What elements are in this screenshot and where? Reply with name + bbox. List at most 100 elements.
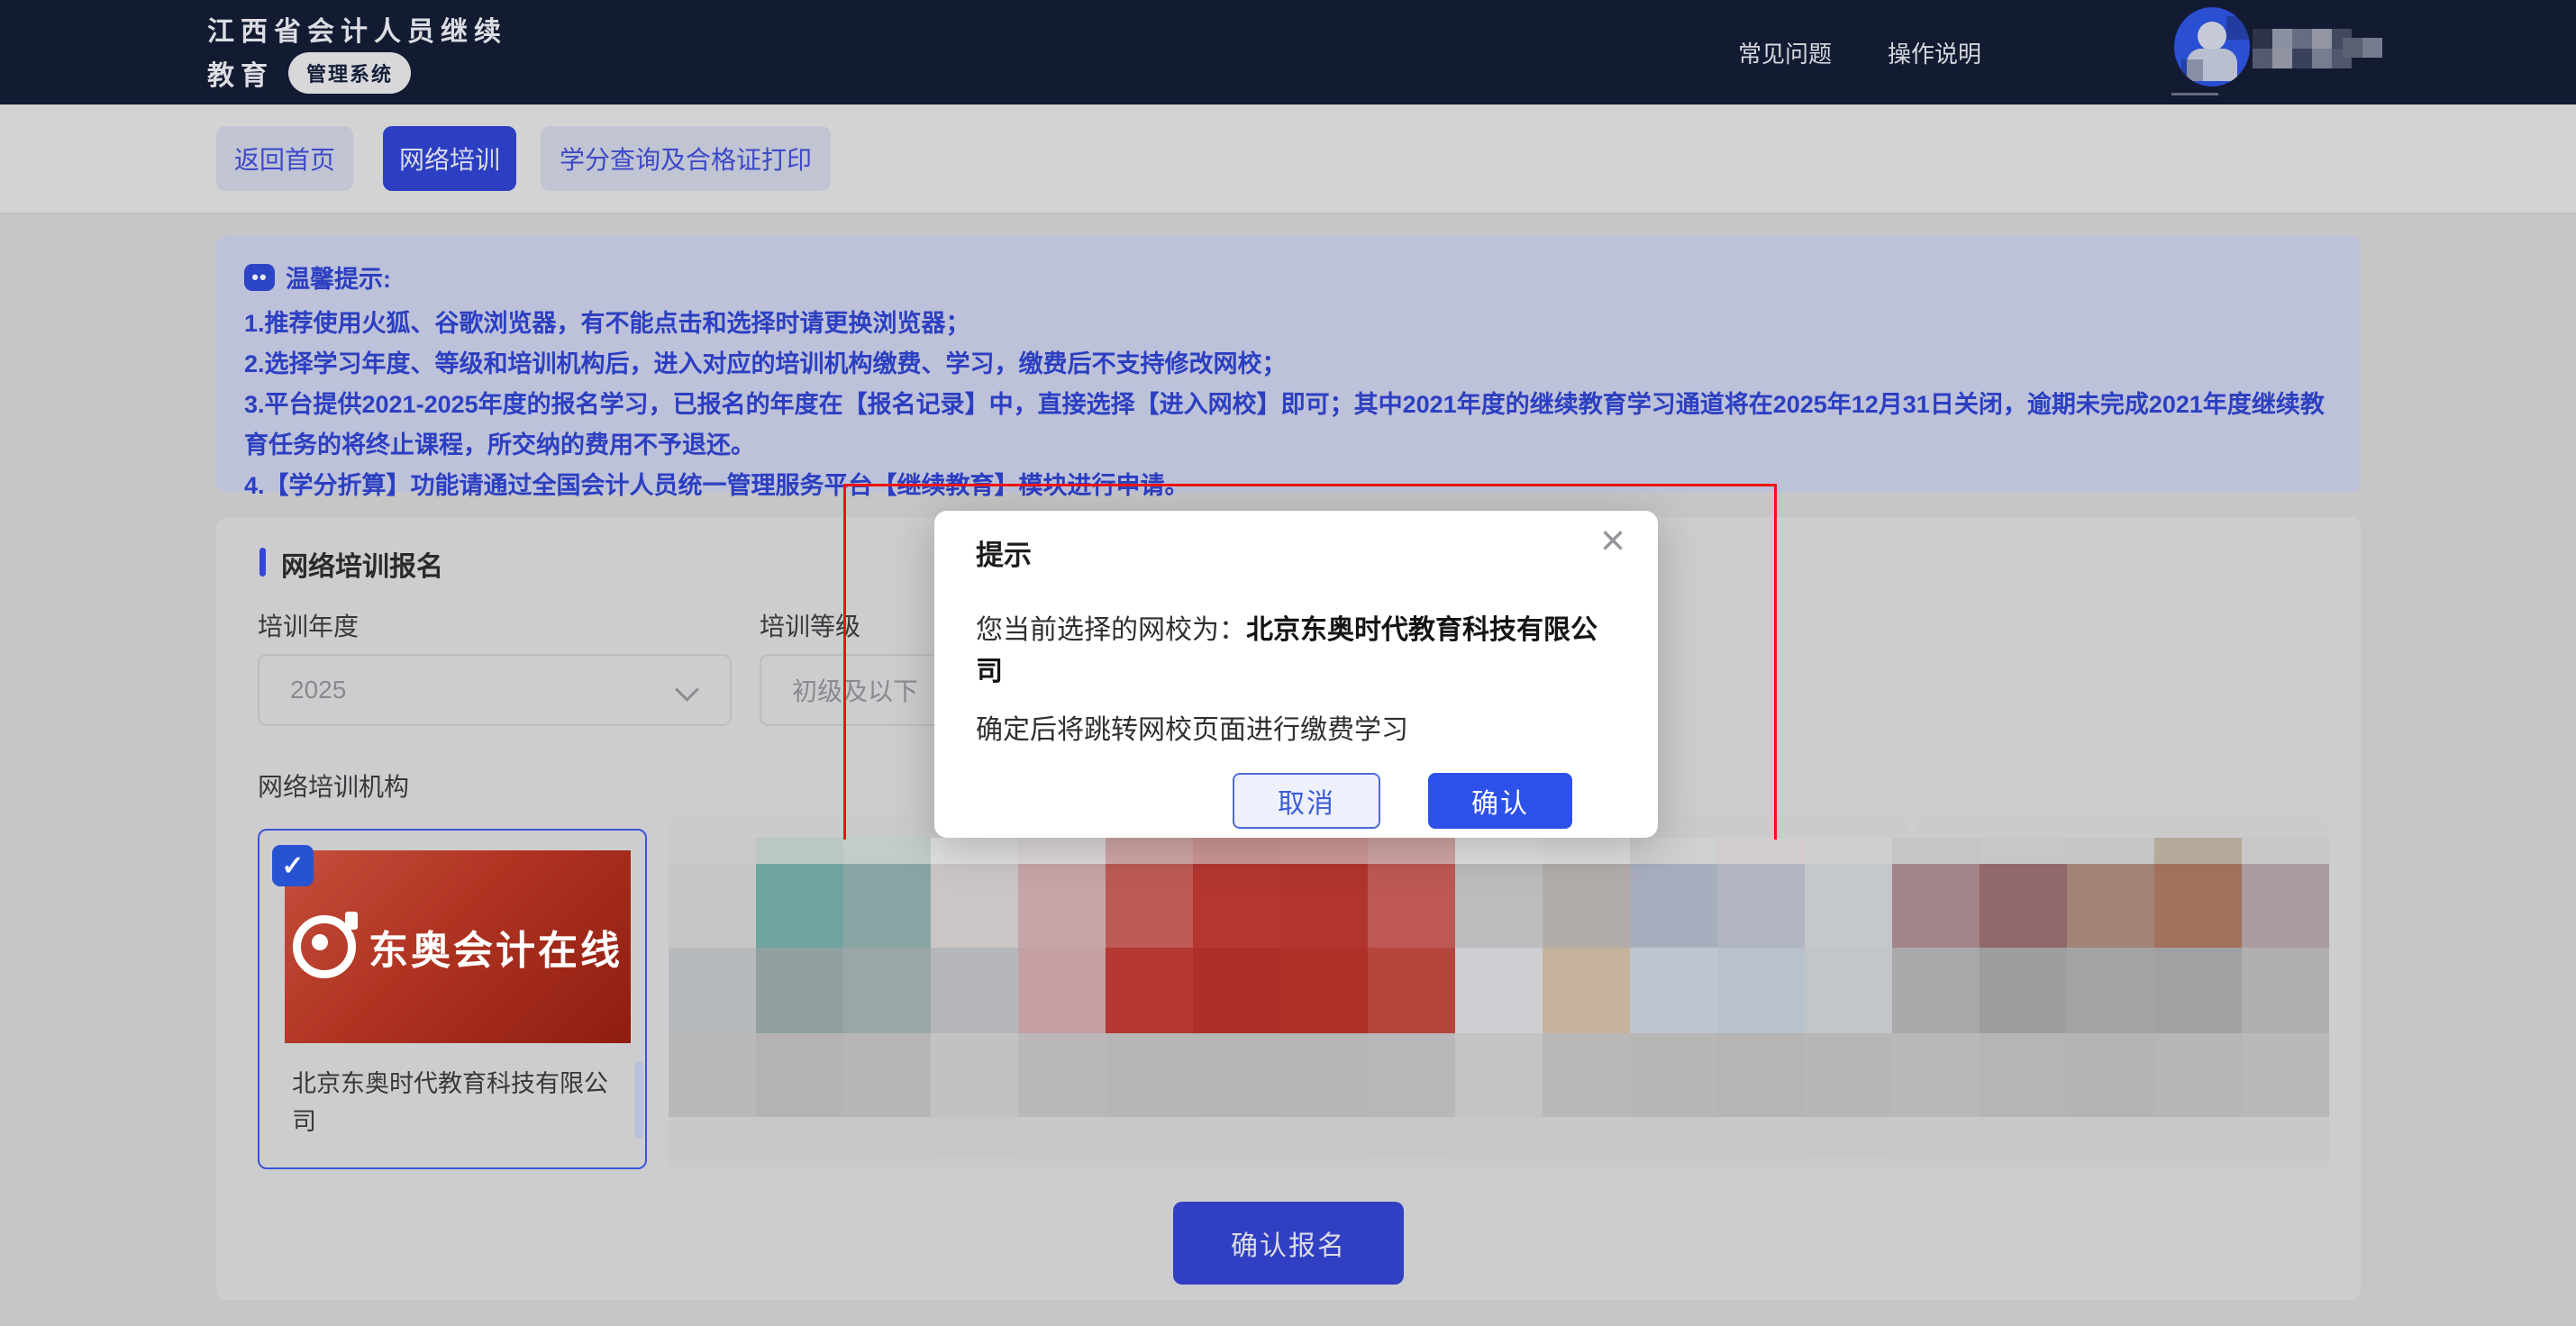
pixelation-block [2242,838,2329,864]
pixelation-block [1892,948,1980,1033]
pixelation-block [2272,49,2292,68]
dialog-body-prefix: 您当前选择的网校为： [976,615,1246,645]
scrollbar-thumb[interactable] [634,1061,643,1139]
pixelation-block [1018,948,1106,1033]
pixelation-block [1630,838,1717,864]
pixelation-block [2154,948,2242,1033]
pixelation-block [669,838,756,864]
blurred-org-cards [669,838,2329,1156]
section-marker [259,548,266,577]
pixelation-block [1980,838,2067,864]
header-nav-item-0[interactable]: 常见问题 [1738,36,1832,69]
pixelation-block [843,1117,931,1156]
pixelation-block [843,838,931,864]
pixelation-block [1805,838,1892,864]
pixelation-block [756,838,843,864]
tips-lines: 1.推荐使用火狐、谷歌浏览器，有不能点击和选择时请更换浏览器；2.选择学习年度、… [244,304,2326,506]
tips-title-row: •• 温馨提示: [244,259,2326,295]
pixelation-block [1368,948,1455,1033]
training-org-label: 网络培训机构 [258,767,409,804]
pixelation-block [1106,838,1193,864]
pixelation-block [1455,864,1543,948]
pixelation-block [756,864,843,948]
header-nav: 常见问题 操作说明 [1738,36,1981,69]
pixelation-block [1106,1117,1193,1156]
system-badge: 管理系统 [288,52,411,94]
pixelation-block [2312,29,2332,49]
pixelation-block [931,838,1018,864]
pixelation-block [2242,1117,2329,1156]
pixelation-block [931,948,1018,1033]
pixelation-block [2067,838,2154,864]
app-header: 江西省会计人员继续 教育 管理系统 常见问题操作说明 [0,0,2576,104]
pixelation-block [1980,1033,2067,1117]
pixelation-block [1717,1117,1805,1156]
tips-box: •• 温馨提示: 1.推荐使用火狐、谷歌浏览器，有不能点击和选择时请更换浏览器；… [216,236,2361,492]
pixelation-block [1193,1117,1280,1156]
pixelation-block [1892,1117,1980,1156]
pixelation-block [2312,49,2332,68]
nav-tab-1[interactable]: 网络培训 [383,126,516,191]
training-year-label: 培训年度 [258,607,359,643]
pixelation-block [1455,948,1543,1033]
pixelation-block [1455,1033,1543,1117]
pixelation-block [2154,864,2242,948]
cancel-button[interactable]: 取消 [1233,773,1380,829]
pixelation-block [1455,838,1543,864]
tips-line-3: 3.平台提供2021-2025年度的报名学习，已报名的年度在【报名记录】中，直接… [244,385,2326,466]
blurred-card-bottoms [669,1156,2329,1168]
pixelation-block [2067,864,2154,948]
pixelation-block [1892,838,1980,864]
tips-line-1: 1.推荐使用火狐、谷歌浏览器，有不能点击和选择时请更换浏览器； [244,304,2326,344]
checkbox-checked-icon[interactable]: ✓ [272,845,314,886]
pixelation-block [1980,864,2067,948]
app-title-line2-text: 教育 [207,53,274,93]
close-icon[interactable]: × [1600,520,1625,563]
pixelation-block [2242,864,2329,948]
pixelation-block [1193,838,1280,864]
pixelation-block [1368,864,1455,948]
avatar-underline [2171,93,2218,95]
pixelation-block [1805,864,1892,948]
pixelation-block [2242,1033,2329,1117]
avatar-person-icon [2198,22,2226,50]
pixelation-block [2067,1033,2154,1117]
pixelation-block [843,864,931,948]
confirm-registration-button[interactable]: 确认报名 [1173,1202,1404,1285]
pixelation-block [2253,49,2272,68]
nav-tab-2[interactable]: 学分查询及合格证打印 [541,126,831,191]
pixelation-block [1280,1033,1368,1117]
username-redacted-suffix [2343,38,2382,58]
confirm-button[interactable]: 确认 [1428,773,1572,829]
pixelation-block [2253,29,2272,49]
pixelation-block [1280,1117,1368,1156]
chevron-down-icon [675,677,699,702]
training-year-select[interactable]: 2025 [258,654,732,726]
pixelation-block [1018,864,1106,948]
pixelation-block [1018,1033,1106,1117]
page: 江西省会计人员继续 教育 管理系统 常见问题操作说明 返回首页网络培训学分查询及… [0,0,2576,1326]
user-avatar[interactable] [2174,7,2250,86]
pixelation-block [1106,864,1193,948]
tips-line-2: 2.选择学习年度、等级和培训机构后，进入对应的培训机构缴费、学习，缴费后不支持修… [244,344,2326,385]
header-nav-item-1[interactable]: 操作说明 [1888,36,1981,69]
pixelation-block [1106,948,1193,1033]
section-title: 网络培训报名 [281,544,443,584]
org-card-dongao[interactable]: ✓ 东奥会计在线 北京东奥时代教育科技有限公司 [258,829,647,1169]
org-logo-dongao: 东奥会计在线 [285,850,631,1043]
pixelation-block [2067,948,2154,1033]
pixelation-block [2343,38,2362,58]
pixelation-block [1368,838,1455,864]
dialog-body-line2: 确定后将跳转网校页面进行缴费学习 [976,707,1408,747]
training-year-value: 2025 [290,676,346,704]
nav-tab-0[interactable]: 返回首页 [216,126,353,191]
message-dots-icon: •• [244,264,275,291]
pixelation-block [2067,1117,2154,1156]
pixelation-block [1543,838,1630,864]
pixelation-block [2292,29,2312,49]
pixelation-block [1543,948,1630,1033]
pixelation-block [669,1033,756,1117]
pixelation-block [756,948,843,1033]
pixelation-block [1892,864,1980,948]
pixelation-block [1980,948,2067,1033]
